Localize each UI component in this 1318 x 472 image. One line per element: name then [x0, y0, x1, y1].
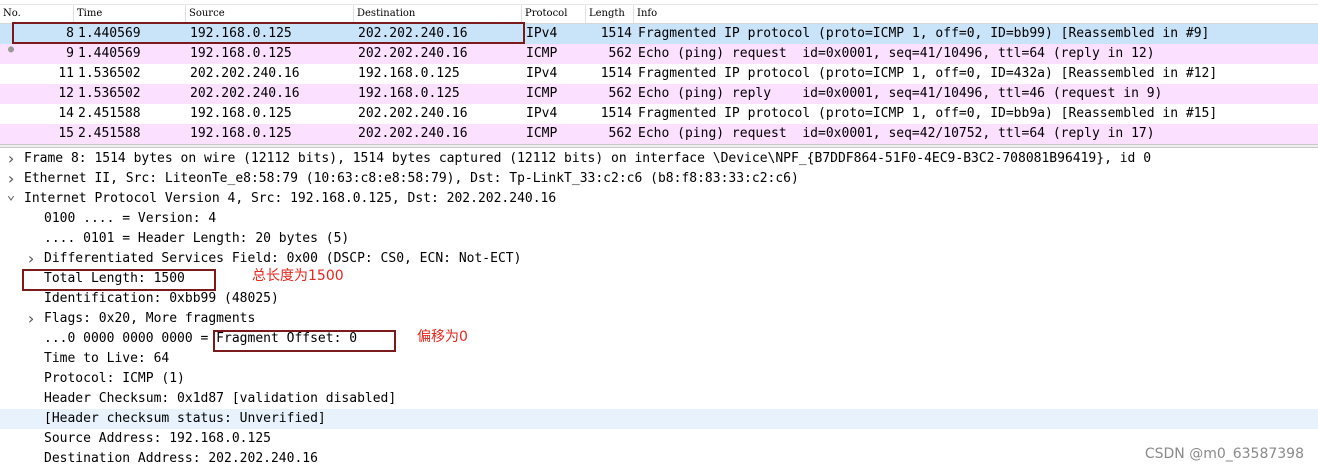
related-packet-marker-icon: ● [8, 44, 15, 55]
cell-info: Echo (ping) request id=0x0001, seq=42/10… [638, 126, 1155, 141]
table-row[interactable]: 9 1.440569 192.168.0.125 202.202.240.16 ICMP… [0, 44, 1318, 64]
cell-source: 202.202.240.16 [190, 86, 300, 101]
cell-time: 2.451588 [78, 126, 141, 141]
chevron-right-icon[interactable]: › [25, 249, 37, 269]
cell-protocol: IPv4 [526, 26, 558, 41]
tree-item[interactable]: .... 0101 = Header Length: 20 bytes (5) [0, 229, 1318, 249]
tree-item[interactable]: Destination Address: 202.202.240.16 [0, 449, 1318, 469]
annotation-box-fragment-offset [213, 330, 396, 352]
table-row[interactable]: 12 1.536502 202.202.240.16 192.168.0.125 ICM… [0, 84, 1318, 104]
cell-destination: 192.168.0.125 [358, 66, 460, 81]
chevron-down-icon[interactable]: ⌄ [5, 185, 17, 205]
column-protocol[interactable]: Protocol [522, 5, 586, 23]
cell-protocol: ICMP [526, 46, 558, 61]
tree-item-label: .... 0101 = Header Length: 20 bytes (5) [44, 231, 350, 246]
cell-source: 202.202.240.16 [190, 66, 300, 81]
chevron-right-icon[interactable]: › [25, 309, 37, 329]
cell-length: 1514 [600, 66, 632, 81]
cell-length: 562 [608, 126, 632, 141]
column-source[interactable]: Source [186, 5, 354, 23]
cell-no: 11 [58, 66, 74, 81]
cell-protocol: ICMP [526, 126, 558, 141]
tree-item[interactable]: ...0 0000 0000 0000 = Fragment Offset: 0 [0, 329, 1318, 349]
tree-item[interactable]: › Frame 8: 1514 bytes on wire (12112 bits… [0, 149, 1318, 169]
tree-item-label: 0100 .... = Version: 4 [44, 211, 217, 226]
cell-no: 14 [58, 106, 74, 121]
annotation-box-selected-row [12, 22, 525, 44]
tree-item-label: Frame 8: 1514 bytes on wire (12112 bits)… [24, 151, 1152, 166]
cell-destination: 202.202.240.16 [358, 46, 468, 61]
cell-time: 1.536502 [78, 86, 141, 101]
column-length[interactable]: Length [586, 5, 634, 23]
tree-item[interactable]: Identification: 0xbb99 (48025) [0, 289, 1318, 309]
cell-no: 12 [58, 86, 74, 101]
cell-time: 2.451588 [78, 106, 141, 121]
tree-item[interactable]: Time to Live: 64 [0, 349, 1318, 369]
cell-info: Echo (ping) reply id=0x0001, seq=41/1049… [638, 86, 1163, 101]
pane-splitter[interactable] [0, 144, 1318, 148]
tree-item[interactable]: › Flags: 0x20, More fragments [0, 309, 1318, 329]
cell-destination: 202.202.240.16 [358, 126, 468, 141]
cell-length: 562 [608, 86, 632, 101]
column-info[interactable]: Info [634, 5, 1318, 23]
column-header: No. Time Source Destination Protocol Len… [0, 4, 1318, 24]
tree-item-label: Time to Live: 64 [44, 351, 170, 366]
tree-item-label: Ethernet II, Src: LiteonTe_e8:58:79 (10:… [24, 171, 799, 186]
cell-time: 1.440569 [78, 46, 141, 61]
column-no[interactable]: No. [0, 5, 74, 23]
tree-item[interactable]: › Ethernet II, Src: LiteonTe_e8:58:79 (10… [0, 169, 1318, 189]
table-row[interactable]: 15 2.451588 192.168.0.125 202.202.240.16 ICM… [0, 124, 1318, 144]
tree-item-label: Header Checksum: 0x1d87 [validation disa… [44, 391, 397, 406]
tree-item[interactable]: ⌄ Internet Protocol Version 4, Src: 192.1… [0, 187, 1318, 209]
cell-source: 192.168.0.125 [190, 106, 292, 121]
tree-item[interactable]: Header Checksum: 0x1d87 [validation disa… [0, 389, 1318, 409]
tree-item-label: Source Address: 192.168.0.125 [44, 431, 271, 446]
table-row[interactable]: 14 2.451588 192.168.0.125 202.202.240.16 IPv… [0, 104, 1318, 124]
packet-detail-tree: › Frame 8: 1514 bytes on wire (12112 bits… [0, 149, 1318, 472]
tree-item[interactable]: [Header checksum status: Unverified] [0, 409, 1318, 429]
column-time[interactable]: Time [74, 5, 186, 23]
cell-protocol: IPv4 [526, 106, 558, 121]
annotation-offset-note: 偏移为0 [417, 329, 468, 345]
cell-info: Fragmented IP protocol (proto=ICMP 1, of… [638, 26, 1210, 41]
cell-length: 562 [608, 46, 632, 61]
annotation-total-length-note: 总长度为1500 [252, 268, 344, 284]
tree-item[interactable]: 0100 .... = Version: 4 [0, 209, 1318, 229]
tree-item-label: Identification: 0xbb99 (48025) [44, 291, 279, 306]
tree-item-label: [Header checksum status: Unverified] [44, 411, 326, 426]
column-destination[interactable]: Destination [354, 5, 522, 23]
annotation-box-total-length [22, 269, 216, 291]
cell-protocol: IPv4 [526, 66, 558, 81]
cell-destination: 192.168.0.125 [358, 86, 460, 101]
table-row[interactable]: 11 1.536502 202.202.240.16 192.168.0.125 IPv… [0, 64, 1318, 84]
cell-source: 192.168.0.125 [190, 46, 292, 61]
tree-item-label: Flags: 0x20, More fragments [44, 311, 256, 326]
chevron-right-icon[interactable]: › [5, 149, 17, 169]
cell-info: Echo (ping) request id=0x0001, seq=41/10… [638, 46, 1155, 61]
tree-item[interactable]: Source Address: 192.168.0.125 [0, 429, 1318, 449]
cell-info: Fragmented IP protocol (proto=ICMP 1, of… [638, 106, 1218, 121]
tree-item[interactable]: › Differentiated Services Field: 0x00 (DS… [0, 249, 1318, 269]
tree-item-label: Destination Address: 202.202.240.16 [44, 451, 318, 466]
cell-source: 192.168.0.125 [190, 126, 292, 141]
tree-item-label: Internet Protocol Version 4, Src: 192.16… [24, 191, 557, 206]
cell-time: 1.536502 [78, 66, 141, 81]
cell-length: 1514 [600, 106, 632, 121]
cell-protocol: ICMP [526, 86, 558, 101]
cell-destination: 202.202.240.16 [358, 106, 468, 121]
watermark: CSDN @m0_63587398 [1144, 446, 1304, 462]
tree-item-label: Protocol: ICMP (1) [44, 371, 185, 386]
tree-item[interactable]: Protocol: ICMP (1) [0, 369, 1318, 389]
cell-no: 15 [58, 126, 74, 141]
cell-length: 1514 [600, 26, 632, 41]
cell-info: Fragmented IP protocol (proto=ICMP 1, of… [638, 66, 1218, 81]
